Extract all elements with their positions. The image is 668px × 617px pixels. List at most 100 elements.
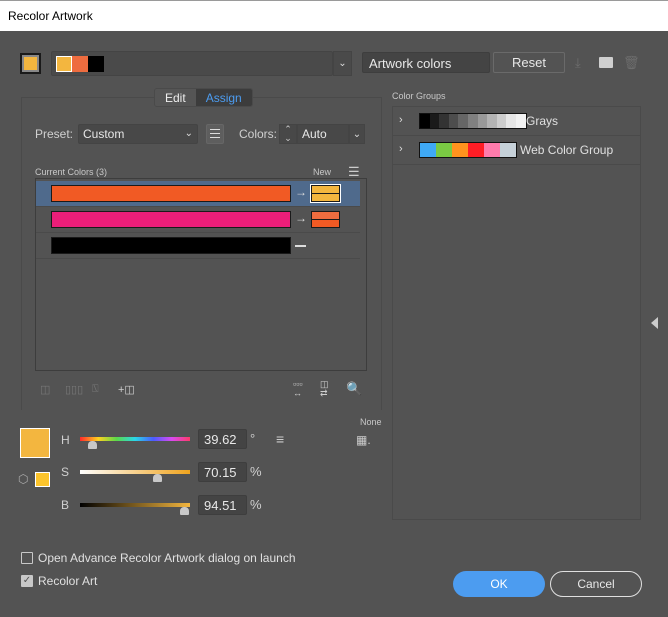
arrow-right-icon[interactable]: →	[295, 185, 307, 199]
color-row[interactable]: →	[36, 181, 360, 207]
color-group-swatch[interactable]	[452, 143, 468, 157]
cancel-button[interactable]: Cancel	[550, 571, 642, 597]
advance-dialog-checkbox[interactable]	[21, 552, 33, 564]
stroke-color-swatch[interactable]	[35, 472, 50, 487]
colors-label: Colors:	[239, 127, 278, 141]
randomly-change-order-icon[interactable]: ▫▫▫ ↔	[293, 380, 303, 398]
hue-input[interactable]: 39.62	[198, 429, 247, 449]
hue-label: H	[61, 433, 70, 447]
color-group-row[interactable]: › Grays	[393, 107, 640, 136]
chevron-down-icon: ⌄	[184, 128, 193, 139]
colors-dropdown-button[interactable]: ⌄	[349, 124, 365, 144]
chevron-down-icon: ⌄	[352, 128, 362, 140]
tab-assign[interactable]: Assign	[195, 89, 252, 106]
tab-edit[interactable]: Edit	[155, 89, 196, 106]
brightness-label: B	[61, 498, 70, 512]
saturation-input[interactable]: 70.15	[198, 462, 247, 482]
preset-label: Preset:	[35, 127, 74, 141]
fill-color-swatch[interactable]	[20, 428, 50, 458]
brightness-input[interactable]: 94.51	[198, 495, 247, 515]
reset-button[interactable]: Reset	[493, 52, 565, 73]
color-group-swatch[interactable]	[420, 114, 430, 128]
preset-options-icon[interactable]	[206, 124, 224, 144]
preset-select[interactable]: Custom ⌄	[78, 124, 198, 144]
color-group-name: Grays	[526, 114, 559, 128]
color-group-name: Web Color Group	[520, 143, 614, 157]
color-group-swatch[interactable]	[506, 114, 516, 128]
color-row[interactable]: →	[36, 207, 360, 233]
color-group-swatches[interactable]	[419, 142, 517, 158]
colors-stepper[interactable]: ⌃ ⌄	[279, 124, 297, 144]
ok-button[interactable]: OK	[453, 571, 545, 597]
advance-dialog-label: Open Advance Recolor Artwork dialog on l…	[38, 551, 296, 565]
chevron-right-icon[interactable]: ›	[399, 143, 403, 155]
arrow-right-icon[interactable]: →	[295, 211, 307, 225]
harmony-colors-bar[interactable]	[51, 51, 333, 76]
preset-value: Custom	[83, 127, 125, 141]
find-color-in-artwork-icon[interactable]: 🔍	[346, 381, 362, 397]
harmony-swatch[interactable]	[56, 56, 72, 72]
color-row[interactable]	[36, 233, 360, 259]
brightness-slider-thumb[interactable]	[180, 507, 189, 515]
recolor-art-checkbox[interactable]: ✓	[21, 575, 33, 587]
folder-icon[interactable]	[599, 57, 613, 68]
color-group-swatch[interactable]	[515, 114, 526, 128]
color-group-row[interactable]: › Web Color Group	[393, 136, 640, 165]
hue-slider[interactable]	[80, 437, 190, 441]
current-colors-label: Current Colors (3)	[35, 167, 108, 177]
window-title: Recolor Artwork	[8, 9, 93, 23]
color-group-swatch[interactable]	[448, 114, 459, 128]
hue-unit: °	[250, 431, 256, 446]
color-library-label: None	[360, 417, 382, 427]
color-group-swatch[interactable]	[496, 114, 507, 128]
new-color-swatch[interactable]	[311, 211, 340, 228]
color-library-grid-icon[interactable]: ▦.	[356, 433, 371, 447]
brightness-slider[interactable]	[80, 503, 190, 507]
color-group-swatches[interactable]	[419, 113, 527, 129]
artwork-name-field[interactable]: Artwork colors	[362, 52, 490, 73]
brightness-unit: %	[250, 497, 262, 512]
harmony-dropdown-button[interactable]: ⌄	[333, 51, 352, 76]
color-group-swatch[interactable]	[458, 114, 468, 128]
separate-colors-icon[interactable]: ▯▯▯	[65, 383, 83, 396]
color-group-swatch[interactable]	[439, 114, 449, 128]
no-mapping-icon[interactable]	[295, 245, 306, 247]
color-group-swatch[interactable]	[477, 114, 488, 128]
save-color-group-icon[interactable]: ⤓	[575, 55, 581, 71]
active-color-swatch[interactable]	[20, 53, 41, 74]
checkmark-icon: ✓	[22, 575, 32, 586]
color-group-swatch[interactable]	[484, 143, 500, 157]
chevron-right-icon[interactable]: ›	[399, 114, 403, 126]
trash-icon[interactable]: 🗑	[623, 55, 640, 71]
collapse-panel-icon[interactable]	[651, 317, 658, 329]
color-groups-label: Color Groups	[392, 91, 446, 101]
merge-colors-icon[interactable]: ◫	[40, 383, 50, 396]
color-group-swatch[interactable]	[429, 114, 440, 128]
title-bar: Recolor Artwork	[0, 0, 668, 31]
current-color-bar[interactable]	[51, 237, 291, 254]
color-group-swatch[interactable]	[436, 143, 452, 157]
harmony-swatch[interactable]	[88, 56, 104, 72]
hue-slider-thumb[interactable]	[87, 441, 97, 449]
saturation-slider[interactable]	[80, 470, 190, 474]
saturation-slider-thumb[interactable]	[152, 474, 162, 482]
current-color-bar[interactable]	[51, 211, 291, 228]
new-color-swatch[interactable]	[310, 184, 341, 203]
color-group-swatch[interactable]	[467, 114, 478, 128]
color-group-swatch[interactable]	[500, 143, 516, 157]
color-group-swatch[interactable]	[420, 143, 436, 157]
current-color-bar[interactable]	[51, 185, 291, 202]
harmony-swatch[interactable]	[72, 56, 88, 72]
colors-field[interactable]: Auto	[297, 124, 349, 144]
randomly-change-saturation-icon[interactable]: ◫ ⇄	[320, 380, 329, 398]
color-assignment-list: → →	[35, 178, 367, 371]
color-group-swatch[interactable]	[487, 114, 497, 128]
hsb-menu-icon[interactable]: ≡	[276, 431, 284, 447]
new-row-icon[interactable]: +◫	[118, 383, 135, 396]
color-group-swatch[interactable]	[468, 143, 484, 157]
mode-tabs: Edit Assign	[154, 88, 253, 107]
chevron-down-icon: ⌄	[338, 58, 347, 69]
new-colors-label: New	[313, 167, 332, 177]
color-groups-panel: › Grays › Web Color Group	[392, 106, 641, 520]
exclude-colors-icon[interactable]: ⍂	[92, 383, 99, 396]
